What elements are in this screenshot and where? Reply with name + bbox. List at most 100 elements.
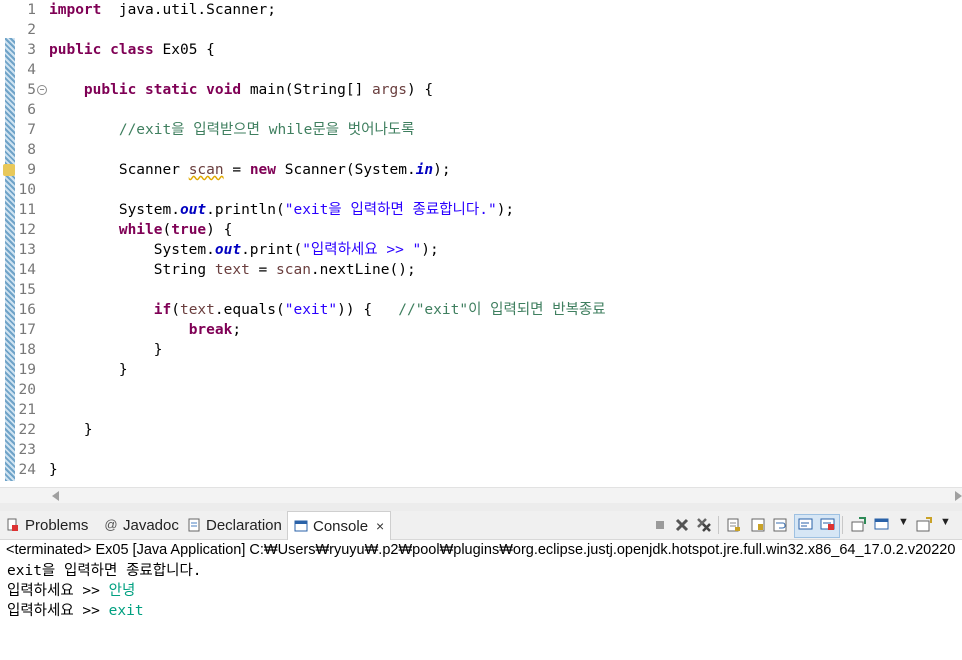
scroll-right-icon[interactable]: [955, 491, 962, 501]
code-token: class: [110, 42, 154, 58]
tab-console[interactable]: Console ×: [287, 511, 392, 540]
tab-javadoc[interactable]: @ Javadoc: [104, 511, 179, 539]
code-token: break: [188, 322, 233, 338]
code-text: import java.util.Scanner;: [49, 0, 276, 20]
code-token: (: [171, 302, 180, 318]
line-number: 21: [18, 402, 36, 418]
code-line[interactable]: 17 break;: [0, 320, 962, 340]
code-line[interactable]: 11 System.out.println("exit을 입력하면 종료합니다.…: [0, 200, 962, 220]
code-token: if: [153, 302, 172, 318]
code-line[interactable]: 12 while(true) {: [0, 220, 962, 240]
code-token: //"exit"이 입력되면 반복종료: [398, 302, 606, 318]
code-token: System.: [49, 202, 180, 218]
code-token: public: [83, 82, 137, 98]
console-output[interactable]: exit을 입력하면 종료합니다. 입력하세요 >> 안녕 입력하세요 >> exi…: [0, 561, 962, 660]
remove-launch-icon[interactable]: [674, 517, 690, 533]
open-console-icon[interactable]: [916, 517, 932, 533]
warning-icon[interactable]: [3, 164, 15, 176]
line-number: 19: [18, 362, 36, 378]
chevron-down-icon[interactable]: ▼: [940, 516, 951, 528]
remove-all-terminated-icon[interactable]: [696, 517, 712, 533]
code-token: "입력하세요 >> ": [302, 242, 422, 258]
code-token: true: [171, 222, 207, 238]
code-line[interactable]: 14 String text = scan.nextLine();: [0, 260, 962, 280]
code-text: while(true) {: [49, 220, 233, 240]
code-editor[interactable]: 1 import java.util.Scanner; 2 3 public class…: [0, 0, 962, 487]
code-token: out: [179, 202, 207, 218]
code-line[interactable]: 2: [0, 20, 962, 40]
console-line: exit을 입력하면 종료합니다.: [7, 561, 202, 581]
code-token: main(String[]: [241, 82, 373, 98]
code-line[interactable]: 18 }: [0, 340, 962, 360]
code-line[interactable]: 22 }: [0, 420, 962, 440]
scroll-lock-icon[interactable]: [750, 517, 766, 533]
tab-declaration[interactable]: Declaration: [187, 511, 282, 539]
chevron-down-icon[interactable]: ▼: [898, 516, 909, 528]
show-console-on-stdout-icon[interactable]: [798, 517, 814, 533]
code-line[interactable]: 15: [0, 280, 962, 300]
code-text: }: [49, 340, 163, 360]
code-line[interactable]: 4: [0, 60, 962, 80]
code-token: ;: [232, 322, 242, 338]
code-token: );: [496, 202, 515, 218]
tab-declaration-label: Declaration: [206, 516, 282, 534]
code-line[interactable]: 8: [0, 140, 962, 160]
line-number: 12: [18, 222, 36, 238]
scroll-left-icon[interactable]: [52, 491, 59, 501]
tab-javadoc-label: Javadoc: [123, 516, 179, 534]
code-token: //exit을 입력받으면 while문을 벗어나도록: [118, 122, 415, 138]
code-line[interactable]: 23: [0, 440, 962, 460]
display-selected-console-icon[interactable]: [874, 517, 890, 533]
code-line[interactable]: 16 if(text.equals("exit")) { //"exit"이 입…: [0, 300, 962, 320]
code-line[interactable]: 24}: [0, 460, 962, 480]
code-token: (: [162, 222, 172, 238]
word-wrap-icon[interactable]: [772, 517, 788, 533]
code-token: "exit을 입력하면 종료합니다.": [284, 202, 497, 218]
close-icon[interactable]: ×: [376, 518, 384, 534]
code-line[interactable]: 20: [0, 380, 962, 400]
code-line[interactable]: 19 }: [0, 360, 962, 380]
code-token: );: [433, 162, 451, 178]
code-line[interactable]: 3 public class Ex05 {: [0, 40, 962, 60]
toolbar-separator: [842, 516, 843, 534]
code-token: .nextLine();: [310, 262, 416, 278]
fold-toggle-icon[interactable]: −: [37, 85, 47, 95]
code-token: public: [49, 42, 102, 58]
code-line[interactable]: 7 //exit을 입력받으면 while문을 벗어나도록: [0, 120, 962, 140]
line-number: 13: [18, 242, 36, 258]
code-token: .print(: [241, 242, 303, 258]
console-prompt-text: 입력하세요 >>: [7, 583, 109, 599]
code-token: text: [179, 302, 215, 318]
line-number: 16: [18, 302, 36, 318]
horizontal-scrollbar[interactable]: [0, 487, 962, 504]
code-token: )) {: [337, 302, 399, 318]
code-text: break;: [49, 320, 241, 340]
tab-problems[interactable]: Problems: [6, 511, 88, 539]
code-line[interactable]: 6: [0, 100, 962, 120]
code-line[interactable]: 10: [0, 180, 962, 200]
show-console-on-stderr-icon[interactable]: [820, 517, 836, 533]
code-token: =: [249, 262, 276, 278]
pin-console-icon[interactable]: [850, 517, 866, 533]
code-token: }: [49, 362, 128, 378]
panel-divider[interactable]: [0, 503, 962, 511]
terminate-icon[interactable]: [652, 517, 668, 533]
code-line[interactable]: 13 System.out.print("입력하세요 >> ");: [0, 240, 962, 260]
clear-console-icon[interactable]: [726, 517, 742, 533]
code-text: System.out.println("exit을 입력하면 종료합니다.");: [49, 200, 514, 220]
code-line[interactable]: 1 import java.util.Scanner;: [0, 0, 962, 20]
code-token: String: [49, 262, 215, 278]
code-token: static: [145, 82, 198, 98]
code-line[interactable]: 5− public static void main(String[] args…: [0, 80, 962, 100]
code-line[interactable]: 21: [0, 400, 962, 420]
code-text: }: [49, 460, 58, 480]
code-line[interactable]: 9 Scanner scan = new Scanner(System.in);: [0, 160, 962, 180]
code-token: args: [372, 82, 407, 98]
code-token: ) {: [406, 82, 434, 98]
code-token: Scanner(System.: [276, 162, 416, 178]
code-token: =: [223, 162, 250, 178]
line-number: 6: [27, 102, 36, 118]
